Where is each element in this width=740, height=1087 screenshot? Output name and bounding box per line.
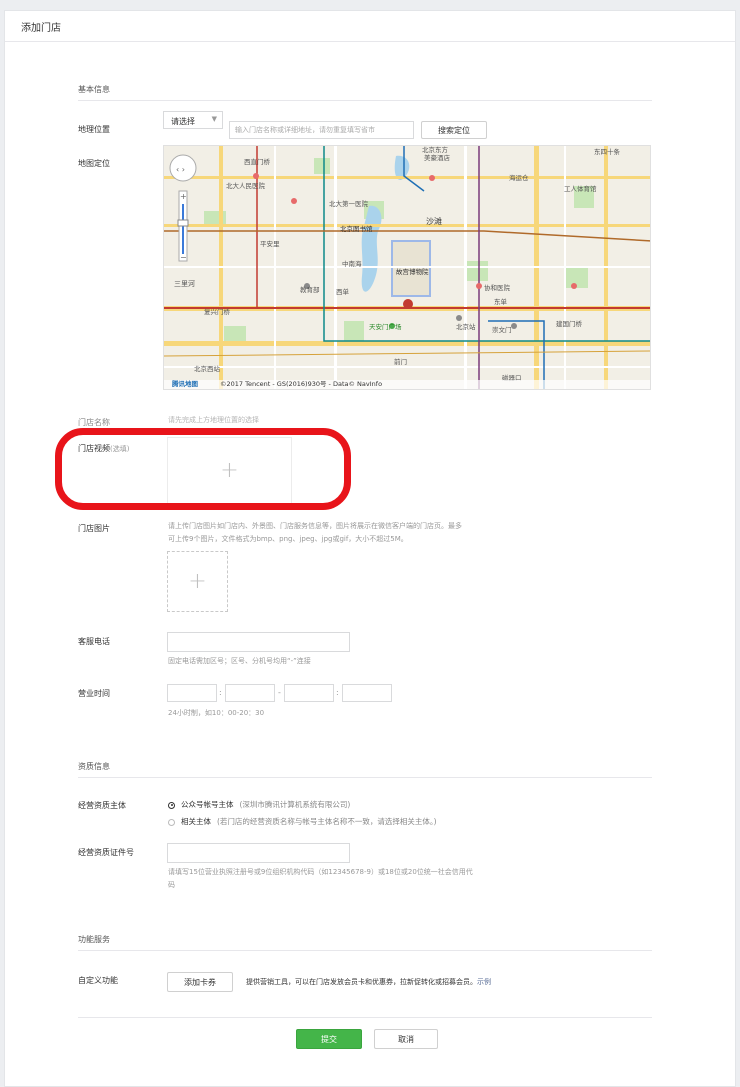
phone-label: 客服电话 xyxy=(78,637,110,646)
svg-text:东四十条: 东四十条 xyxy=(594,147,621,156)
svg-text:建国门桥: 建国门桥 xyxy=(556,319,583,328)
custom-feature-desc-text: 提供营销工具，可以在门店发放会员卡和优惠券，拉新促转化或招募会员。 xyxy=(246,978,477,986)
svg-text:前门: 前门 xyxy=(394,357,407,366)
phone-hint: 固定电话需加区号；区号、分机号均用“-”连接 xyxy=(168,657,311,665)
svg-text:北大第一医院: 北大第一医院 xyxy=(329,199,369,208)
section-title-basic: 基本信息 xyxy=(78,85,110,94)
svg-text:西单: 西单 xyxy=(336,287,350,296)
image-upload-box[interactable]: + xyxy=(167,551,228,612)
region-select-value: 请选择 xyxy=(171,117,195,126)
svg-text:东单: 东单 xyxy=(494,297,508,306)
license-input[interactable] xyxy=(167,843,350,863)
svg-text:海运仓: 海运仓 xyxy=(509,173,529,182)
svg-text:平安里: 平安里 xyxy=(260,239,280,248)
svg-text:美豪酒店: 美豪酒店 xyxy=(424,153,451,162)
location-label: 地理位置 xyxy=(78,125,110,134)
entity-label: 经营资质主体 xyxy=(78,801,126,810)
entity-option-related-label: 相关主体 xyxy=(181,817,211,826)
store-images-hint-1: 请上传门店图片如门店内、外景图、门店服务信息等，图片将展示在微信客户端的门店页。… xyxy=(168,522,462,530)
store-images-label: 门店图片 xyxy=(78,524,110,533)
hours-start-minute[interactable] xyxy=(225,684,275,702)
svg-text:三里河: 三里河 xyxy=(174,280,195,288)
map-label: 地图定位 xyxy=(78,159,110,168)
license-hint-2: 码 xyxy=(168,881,175,889)
custom-feature-desc: 提供营销工具，可以在门店发放会员卡和优惠券，拉新促转化或招募会员。示例 xyxy=(246,976,491,988)
svg-text:沙滩: 沙滩 xyxy=(426,216,442,226)
svg-text:中南海: 中南海 xyxy=(342,259,362,268)
svg-text:北京东方: 北京东方 xyxy=(422,146,449,154)
store-images-hint-2: 可上传9个图片，文件格式为bmp、png、jpeg、jpg或gif，大小不超过5… xyxy=(168,535,408,543)
svg-text:复兴门桥: 复兴门桥 xyxy=(204,307,231,316)
svg-text:‹ ›: ‹ › xyxy=(176,165,185,174)
section-divider xyxy=(78,950,652,951)
svg-text:北大人民医院: 北大人民医院 xyxy=(226,181,266,190)
license-label: 经营资质证件号 xyxy=(78,848,134,857)
section-divider xyxy=(78,777,652,778)
svg-text:+: + xyxy=(180,192,187,201)
hours-colon: : xyxy=(336,688,339,697)
example-link[interactable]: 示例 xyxy=(477,978,491,986)
hours-start-hour[interactable] xyxy=(167,684,217,702)
svg-text:−: − xyxy=(180,253,187,262)
svg-text:协和医院: 协和医院 xyxy=(484,283,511,292)
hours-label: 营业时间 xyxy=(78,689,110,698)
svg-text:工人体育馆: 工人体育馆 xyxy=(564,184,597,193)
page-title: 添加门店 xyxy=(21,23,61,34)
custom-feature-label: 自定义功能 xyxy=(78,976,118,985)
entity-option-account-label: 公众号帐号主体 xyxy=(181,800,234,809)
svg-text:北京图书馆: 北京图书馆 xyxy=(340,224,373,233)
svg-text:教育部: 教育部 xyxy=(300,285,320,294)
entity-option-related[interactable]: 相关主体 (若门店的经营资质名称与帐号主体名称不一致，请选择相关主体。) xyxy=(168,816,437,827)
phone-input[interactable] xyxy=(167,632,350,652)
cancel-button[interactable]: 取消 xyxy=(374,1029,438,1049)
map-brand-logo: 腾讯地图 xyxy=(172,380,198,388)
store-name-label: 门店名称 xyxy=(78,418,110,427)
radio-unchecked-icon[interactable] xyxy=(168,818,175,826)
hours-dash: - xyxy=(278,688,281,697)
svg-text:故宫博物院: 故宫博物院 xyxy=(396,267,429,276)
map-canvas[interactable]: 北京东方 美豪酒店 海运仓 北大人民医院 西直门桥 北大第一医院 沙滩 北京图书… xyxy=(164,146,651,390)
search-location-button[interactable]: 搜索定位 xyxy=(421,121,487,139)
plus-icon: + xyxy=(188,568,207,594)
hours-colon: : xyxy=(219,688,222,697)
hours-end-hour[interactable] xyxy=(284,684,334,702)
entity-option-related-note: (若门店的经营资质名称与帐号主体名称不一致，请选择相关主体。) xyxy=(217,817,437,826)
map-copyright: ©2017 Tencent - GS(2016)930号 - Data© Nav… xyxy=(220,380,383,388)
highlight-annotation xyxy=(55,428,351,510)
region-select[interactable]: 请选择 ▼ xyxy=(163,111,223,129)
entity-option-account-note: (深圳市腾讯计算机系统有限公司) xyxy=(239,800,351,809)
submit-button[interactable]: 提交 xyxy=(296,1029,362,1049)
radio-checked-icon[interactable] xyxy=(168,801,175,809)
section-title-qualification: 资质信息 xyxy=(78,762,110,771)
svg-text:北京西站: 北京西站 xyxy=(194,364,221,373)
svg-text:西直门桥: 西直门桥 xyxy=(244,157,271,166)
svg-text:北京站: 北京站 xyxy=(456,322,476,331)
hours-hint: 24小时制，如10：00-20：30 xyxy=(168,709,265,717)
license-hint-1: 请填写15位营业执照注册号或9位组织机构代码（如12345678-9）或18位或… xyxy=(168,868,473,876)
svg-text:崇文门: 崇文门 xyxy=(492,325,512,334)
entity-option-account[interactable]: 公众号帐号主体 (深圳市腾讯计算机系统有限公司) xyxy=(168,799,350,810)
address-input[interactable] xyxy=(229,121,414,139)
section-title-features: 功能服务 xyxy=(78,935,110,944)
title-divider xyxy=(5,41,735,42)
add-coupon-button[interactable]: 添加卡券 xyxy=(167,972,233,992)
footer-divider xyxy=(78,1017,652,1018)
hours-end-minute[interactable] xyxy=(342,684,392,702)
store-name-hint: 请先完成上方地理位置的选择 xyxy=(168,416,259,424)
svg-text:天安门广场: 天安门广场 xyxy=(369,322,402,331)
section-divider xyxy=(78,100,652,101)
map-view[interactable]: 北京东方 美豪酒店 海运仓 北大人民医院 西直门桥 北大第一医院 沙滩 北京图书… xyxy=(163,145,651,390)
chevron-down-icon: ▼ xyxy=(211,115,217,123)
